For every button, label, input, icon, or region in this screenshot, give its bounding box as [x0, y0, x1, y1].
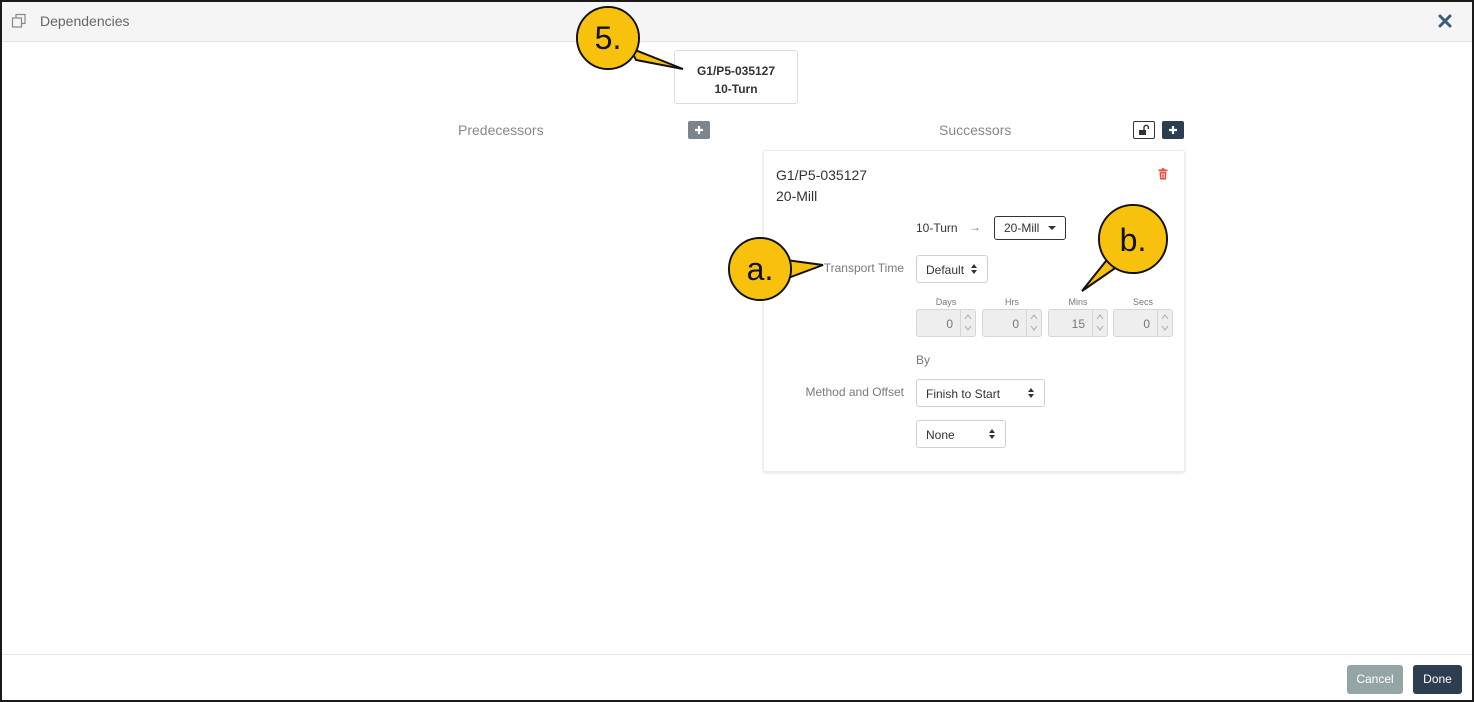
done-button[interactable]: Done — [1413, 665, 1462, 694]
predecessors-label: Predecessors — [458, 122, 544, 138]
successor-operation: 20-Mill — [776, 188, 818, 204]
source-operation-card: G1/P5-035127 10-Turn — [674, 50, 798, 104]
secs-input[interactable]: 0 — [1113, 309, 1173, 337]
unlock-button[interactable] — [1133, 121, 1155, 139]
successor-name: G1/P5-035127 20-Mill — [776, 165, 867, 207]
add-successor-button[interactable] — [1162, 121, 1184, 139]
chevron-down-icon[interactable] — [1096, 324, 1104, 332]
chevron-down-icon[interactable] — [1030, 324, 1038, 332]
method-offset-label: Method and Offset — [805, 385, 904, 399]
successor-job-number: G1/P5-035127 — [776, 167, 868, 183]
target-operation-dropdown[interactable]: 20-Mill — [994, 216, 1066, 240]
hrs-label: Hrs — [1005, 297, 1019, 307]
mins-value: 15 — [1071, 317, 1085, 331]
by-label: By — [916, 353, 931, 367]
mins-stepper[interactable] — [1092, 310, 1107, 336]
secs-value: 0 — [1143, 317, 1150, 331]
flow-arrow: → — [969, 220, 981, 234]
offset-select[interactable]: None — [916, 420, 1006, 448]
secs-stepper[interactable] — [1157, 310, 1172, 336]
chevron-down-icon[interactable] — [1161, 324, 1169, 332]
add-predecessor-button[interactable] — [688, 121, 710, 139]
dialog-title: Dependencies — [40, 13, 130, 29]
caret-down-icon — [1048, 226, 1056, 230]
days-input[interactable]: 0 — [916, 309, 976, 337]
method-select[interactable]: Finish to Start — [916, 379, 1045, 407]
transport-time-select[interactable]: Default — [916, 255, 988, 283]
days-stepper[interactable] — [960, 310, 975, 336]
transport-time-value: Default — [926, 263, 965, 277]
target-operation-value: 20-Mill — [1004, 221, 1040, 235]
successors-label: Successors — [939, 122, 1012, 138]
cancel-button[interactable]: Cancel — [1347, 665, 1403, 694]
close-icon[interactable] — [1436, 12, 1454, 30]
dependencies-icon — [11, 13, 26, 28]
select-arrows-icon — [989, 429, 997, 440]
hrs-stepper[interactable] — [1026, 310, 1041, 336]
flow-from-operation: 10-Turn — [916, 221, 958, 235]
plus-icon — [1169, 126, 1177, 134]
chevron-up-icon[interactable] — [964, 313, 972, 321]
dependencies-dialog: Dependencies G1/P5-035127 10-Turn Predec… — [0, 0, 1474, 702]
offset-value: None — [926, 428, 955, 442]
chevron-up-icon[interactable] — [1161, 313, 1169, 321]
chevron-up-icon[interactable] — [1096, 313, 1104, 321]
source-operation: 10-Turn — [714, 82, 758, 96]
mins-label: Mins — [1068, 297, 1088, 307]
plus-icon — [695, 126, 703, 134]
dialog-header: Dependencies — [2, 2, 1472, 42]
transport-time-label: Transport Time — [823, 261, 904, 275]
chevron-down-icon[interactable] — [964, 324, 972, 332]
select-arrows-icon — [971, 264, 979, 275]
successor-card: G1/P5-035127 20-Mill 10-Turn → 20-Mill T… — [763, 150, 1185, 472]
chevron-up-icon[interactable] — [1030, 313, 1038, 321]
hrs-value: 0 — [1012, 317, 1019, 331]
select-arrows-icon — [1028, 388, 1036, 399]
days-value: 0 — [946, 317, 953, 331]
trash-icon[interactable] — [1157, 168, 1169, 180]
mins-input[interactable]: 15 — [1048, 309, 1108, 337]
hrs-input[interactable]: 0 — [982, 309, 1042, 337]
unlock-icon — [1139, 124, 1150, 135]
method-value: Finish to Start — [926, 387, 1001, 401]
days-label: Days — [935, 297, 957, 307]
dialog-footer: Cancel Done — [2, 654, 1472, 700]
secs-label: Secs — [1132, 297, 1153, 307]
source-job-number: G1/P5-035127 — [696, 64, 776, 78]
